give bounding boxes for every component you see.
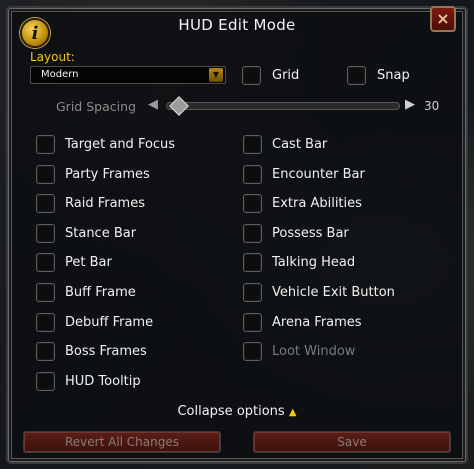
revert-all-changes-button[interactable]: Revert All Changes [23, 431, 221, 453]
vehicle-exit-button-label: Vehicle Exit Button [272, 285, 395, 300]
grid-spacing-label: Grid Spacing [56, 99, 136, 114]
snap-checkbox[interactable] [347, 66, 366, 85]
talking-head-label: Talking Head [272, 255, 356, 271]
debuff-frame-label: Debuff Frame [65, 314, 154, 330]
debuff-frame-checkbox[interactable] [36, 312, 55, 332]
target-and-focus-checkbox[interactable] [36, 135, 55, 154]
slider-increase-arrow-icon[interactable]: ▶ [405, 97, 415, 112]
party-frames-label: Party Frames [65, 166, 150, 182]
snap-label: Snap [377, 68, 410, 83]
slider-decrease-arrow-icon[interactable]: ◀ [148, 97, 158, 112]
cast-bar-label: Cast Bar [272, 137, 328, 152]
possess-bar-checkbox[interactable] [243, 223, 262, 243]
encounter-bar-label: Encounter Bar [272, 166, 365, 182]
possess-bar-label: Possess Bar [272, 225, 349, 241]
collapse-options-label: Collapse options [177, 404, 285, 419]
talking-head-checkbox[interactable] [243, 253, 262, 273]
extra-abilities-label: Extra Abilities [272, 196, 362, 212]
hud-tooltip-checkbox[interactable] [36, 371, 55, 391]
raid-frames-checkbox[interactable] [36, 194, 55, 214]
boss-frames-label: Boss Frames [65, 344, 147, 360]
grid-checkbox[interactable] [242, 66, 261, 85]
cast-bar-checkbox[interactable] [243, 135, 262, 154]
buff-frame-checkbox[interactable] [36, 283, 55, 302]
pet-bar-checkbox[interactable] [36, 253, 55, 273]
buff-frame-label: Buff Frame [65, 285, 136, 300]
arena-frames-label: Arena Frames [272, 314, 362, 330]
layout-selected-value: Modern [41, 69, 79, 80]
grid-label: Grid [272, 68, 300, 83]
boss-frames-checkbox[interactable] [36, 342, 55, 362]
pet-bar-label: Pet Bar [65, 255, 112, 271]
party-frames-checkbox[interactable] [36, 164, 55, 184]
vehicle-exit-button-checkbox[interactable] [243, 283, 262, 302]
grid-spacing-value: 30 [424, 99, 440, 113]
target-and-focus-label: Target and Focus [65, 137, 176, 152]
loot-window-checkbox [243, 342, 262, 362]
save-button[interactable]: Save [253, 431, 451, 453]
collapse-options-toggle[interactable]: Collapse options ▲ [0, 404, 474, 419]
hud-tooltip-label: HUD Tooltip [65, 373, 141, 389]
stance-bar-label: Stance Bar [65, 225, 137, 241]
encounter-bar-checkbox[interactable] [243, 164, 262, 184]
stance-bar-checkbox[interactable] [36, 223, 55, 243]
loot-window-label: Loot Window [272, 344, 356, 360]
extra-abilities-checkbox[interactable] [243, 194, 262, 214]
window-title: HUD Edit Mode [178, 16, 296, 34]
layout-label: Layout: [30, 50, 75, 64]
raid-frames-label: Raid Frames [65, 196, 145, 212]
triangle-up-icon: ▲ [288, 407, 297, 418]
chevron-down-icon[interactable]: ▼ [209, 68, 223, 82]
arena-frames-checkbox[interactable] [243, 312, 262, 332]
grid-spacing-slider[interactable] [166, 96, 400, 116]
layout-dropdown[interactable]: Modern ▼ [30, 66, 226, 84]
